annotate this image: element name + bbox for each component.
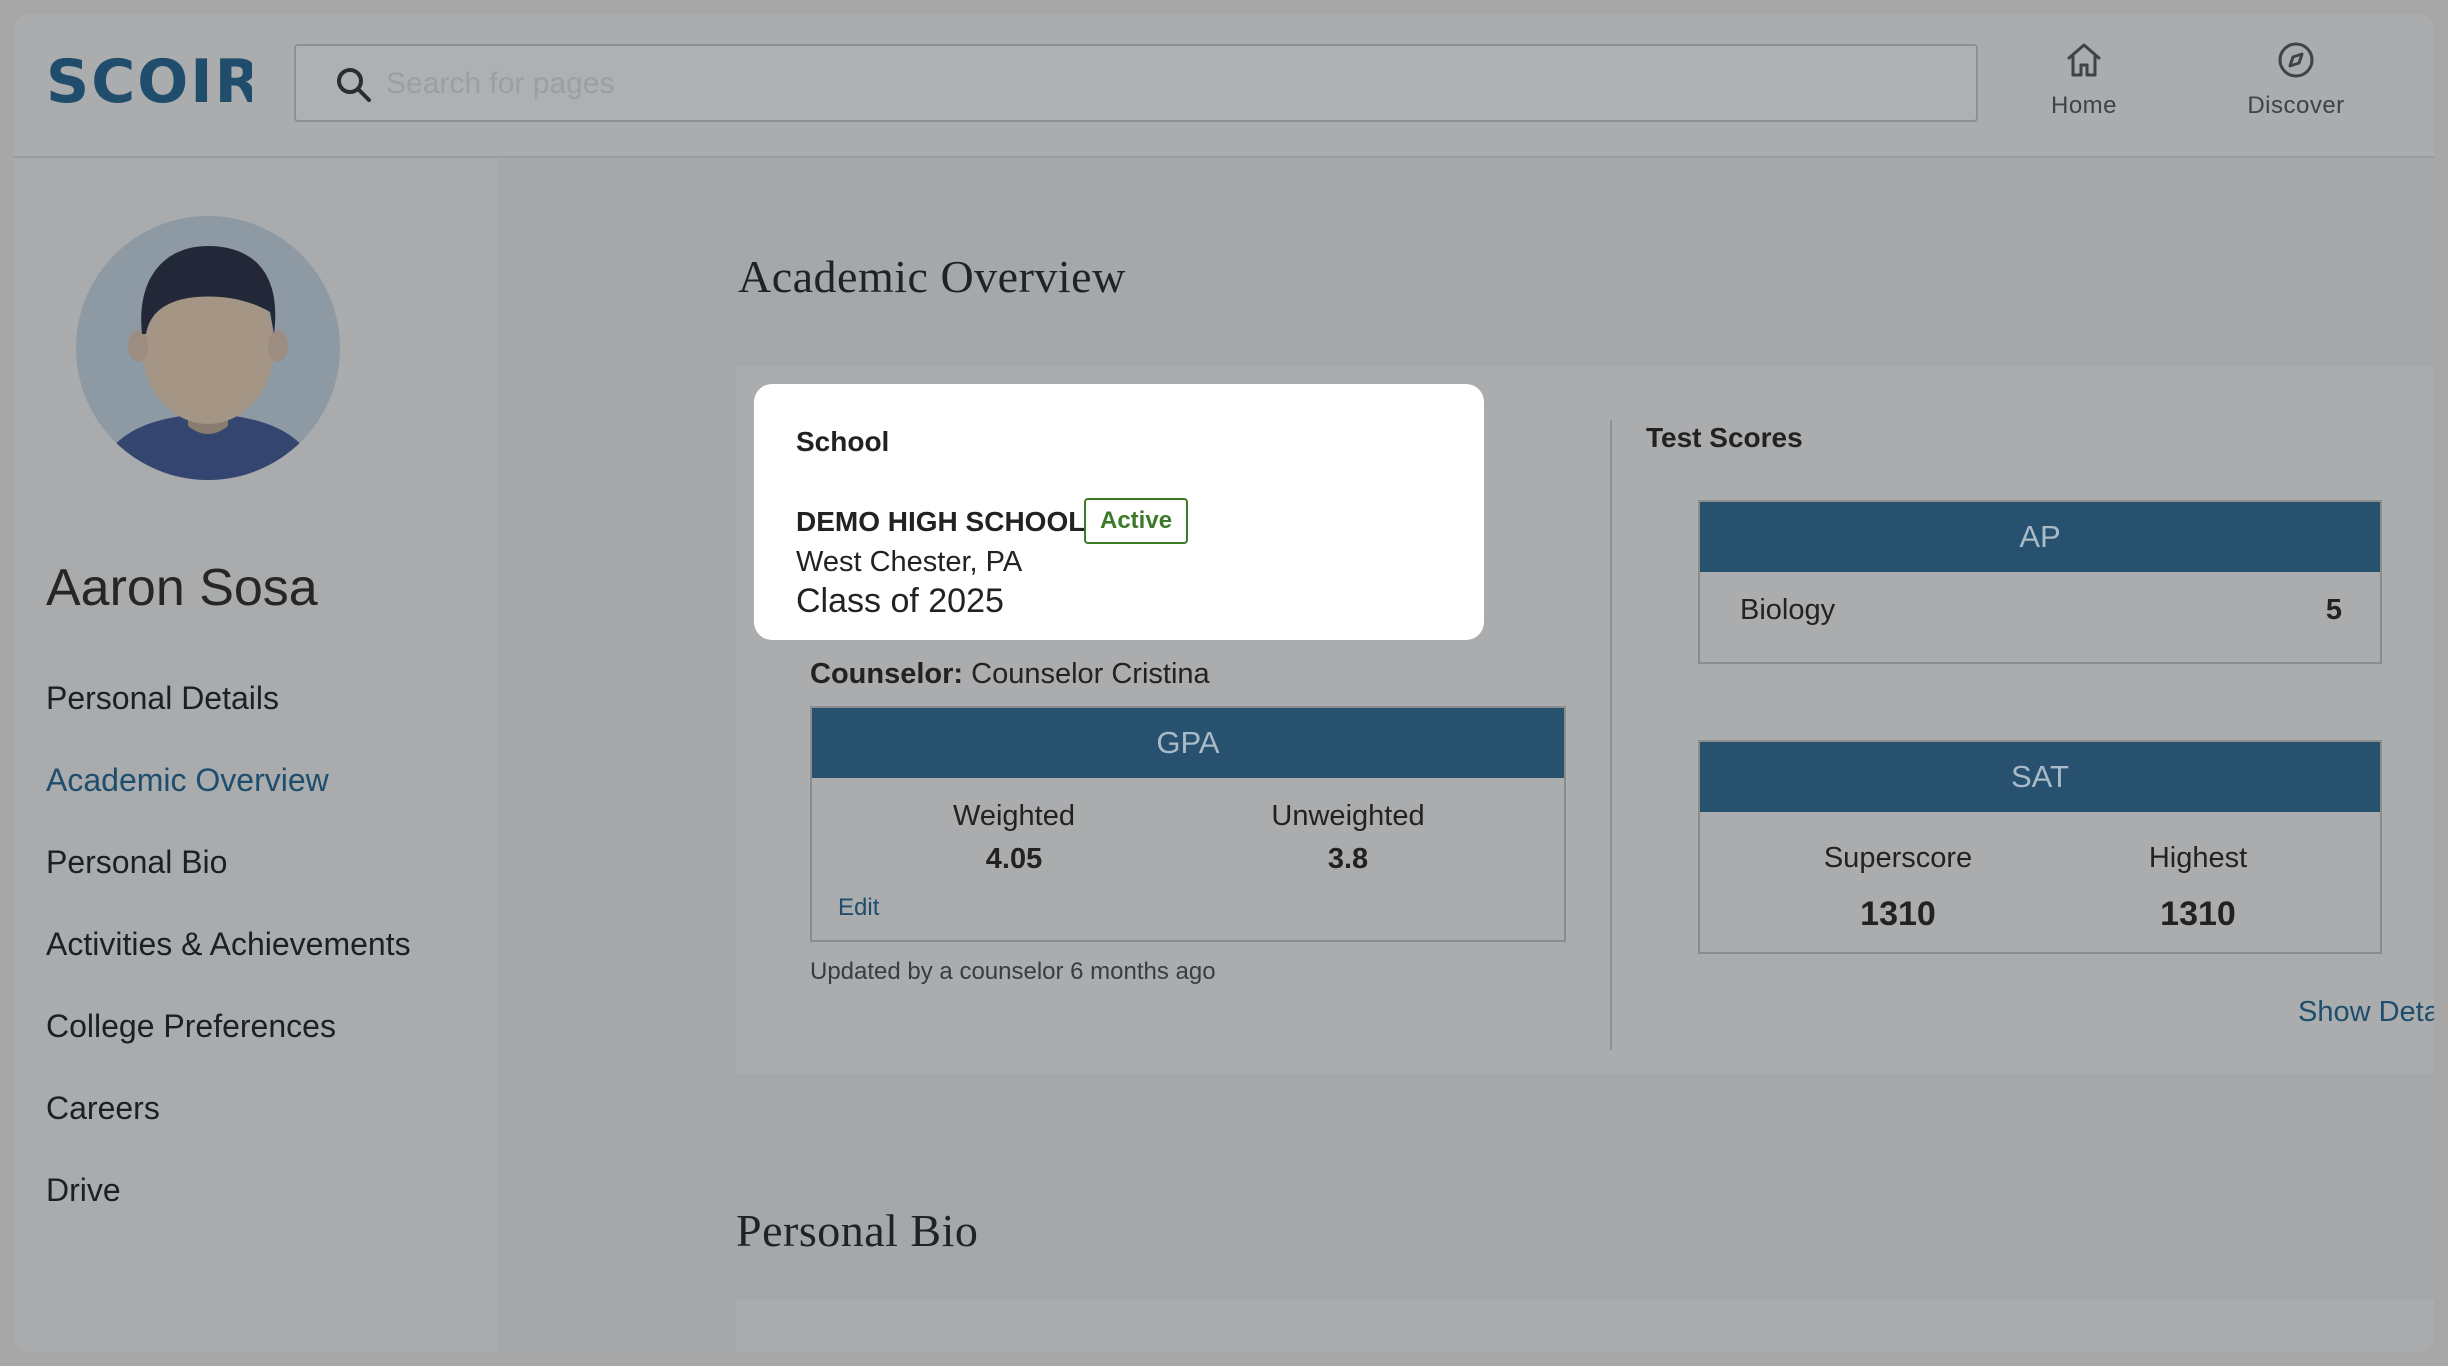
main-content: Academic Overview School DEMO HIGH SCHOO… (498, 158, 2434, 1352)
svg-text:SCOIR: SCOIR (46, 50, 252, 110)
ap-row: Biology 5 (1700, 572, 2380, 662)
gpa-unweighted-value: 3.8 (1327, 843, 1369, 875)
gpa-weighted: Weighted 4.05 (884, 800, 1144, 876)
search-input[interactable] (386, 60, 1886, 108)
counselor-label: Counselor: (810, 658, 964, 690)
page-title: Academic Overview (738, 251, 1126, 302)
counselor-line: Counselor: Counselor Cristina (810, 658, 1210, 691)
gpa-edit-link[interactable]: Edit (838, 894, 879, 922)
school-card: School DEMO HIGH SCHOOL Active West Ches… (754, 384, 1484, 640)
sidebar-item-academic-overview[interactable]: Academic Overview (46, 760, 411, 842)
gpa-weighted-value: 4.05 (985, 843, 1043, 875)
sat-header: SAT (1700, 742, 2380, 812)
school-name: DEMO HIGH SCHOOL (796, 506, 1086, 537)
gpa-card: GPA Weighted 4.05 Unweighted 3.8 Edit (810, 706, 1566, 942)
sat-card: SAT Superscore 1310 Highest 1310 (1698, 740, 2382, 954)
sat-highest: Highest 1310 (2068, 842, 2328, 934)
ap-subject: Biology (1740, 594, 1836, 626)
school-location: West Chester, PA (796, 546, 1023, 578)
user-name: Aaron Sosa (46, 559, 318, 617)
personal-bio-panel (736, 1300, 2434, 1352)
sidebar-item-careers[interactable]: Careers (46, 1088, 411, 1170)
counselor-name: Counselor Cristina (971, 658, 1210, 690)
class-year: Class of 2025 (796, 582, 1004, 620)
home-icon (2067, 43, 2101, 77)
sat-highest-value: 1310 (2160, 895, 2236, 933)
ap-card: AP Biology 5 (1698, 500, 2382, 664)
compass-icon (2278, 42, 2314, 78)
status-badge: Active (1084, 498, 1189, 544)
gpa-updated-text: Updated by a counselor 6 months ago (810, 958, 1216, 985)
sat-superscore-label: Superscore (1823, 842, 1973, 874)
top-bar: SCOIR Home Discover (14, 14, 2434, 158)
sidebar-item-college-preferences[interactable]: College Preferences (46, 1006, 411, 1088)
avatar (76, 216, 340, 480)
gpa-unweighted-label: Unweighted (1271, 800, 1425, 832)
search-icon (337, 68, 371, 102)
nav-home-label: Home (2050, 92, 2118, 119)
sidebar-item-activities-achievements[interactable]: Activities & Achievements (46, 924, 411, 1006)
gpa-unweighted: Unweighted 3.8 (1218, 800, 1478, 876)
sat-highest-label: Highest (2148, 842, 2248, 874)
sat-superscore: Superscore 1310 (1768, 842, 2028, 934)
school-label: School (796, 426, 890, 457)
ap-header: AP (1700, 502, 2380, 572)
app-window: SCOIR Home Discover (14, 14, 2434, 1352)
scoir-logo-mark: SCOIR (46, 50, 252, 110)
personal-bio-title: Personal Bio (736, 1205, 979, 1256)
sidebar-item-personal-details[interactable]: Personal Details (46, 678, 411, 760)
sidebar-item-personal-bio[interactable]: Personal Bio (46, 842, 411, 924)
search-bar[interactable] (294, 44, 1978, 122)
ap-score: 5 (2325, 594, 2342, 626)
gpa-weighted-label: Weighted (953, 800, 1075, 832)
nav-home-button[interactable]: Home (2004, 38, 2164, 138)
sidebar: Aaron Sosa Personal Details Academic Ove… (14, 158, 498, 1352)
gpa-header: GPA (812, 708, 1564, 778)
sidebar-item-drive[interactable]: Drive (46, 1170, 411, 1252)
show-details-link[interactable]: Show Details (2298, 996, 2434, 1029)
sat-superscore-value: 1310 (1860, 895, 1936, 933)
nav-discover-button[interactable]: Discover (2216, 38, 2376, 138)
nav-discover-label: Discover (2247, 92, 2345, 119)
sidebar-nav: Personal Details Academic Overview Perso… (46, 678, 411, 1252)
section-divider (1610, 420, 1612, 1050)
test-scores-label: Test Scores (1646, 422, 1803, 453)
